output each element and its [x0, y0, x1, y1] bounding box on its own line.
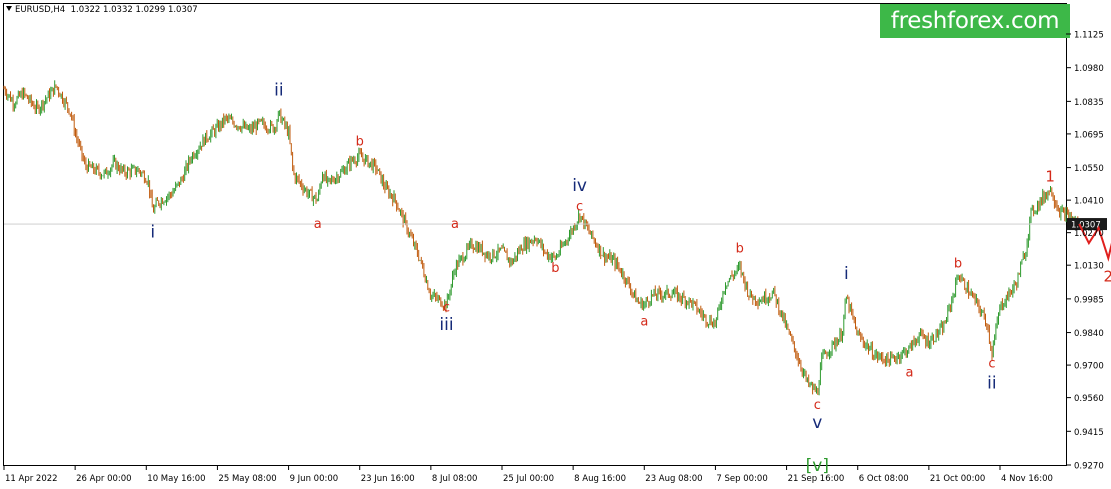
y-tick-label: 1.0835 [1074, 98, 1104, 108]
wave-label: b [356, 135, 364, 150]
x-tick-label: 26 Apr 00:00 [76, 474, 131, 484]
y-tick-label: 1.0270 [1074, 229, 1104, 239]
wave-label: [v] [806, 456, 829, 476]
wave-label: b [551, 261, 559, 276]
x-tick-label: 7 Sep 00:00 [716, 474, 767, 484]
wave-label: c [443, 301, 450, 316]
wave-label: a [451, 217, 459, 232]
y-tick-label: 1.0980 [1074, 64, 1104, 74]
price-chart: EURUSD,H4 1.0322 1.0332 1.0299 1.0307 fr… [0, 0, 1111, 489]
x-tick-label: 8 Jul 08:00 [432, 474, 478, 484]
y-tick-label: 1.0695 [1074, 130, 1104, 140]
x-tick-label: 9 Jun 00:00 [290, 474, 339, 484]
wave-label: i [150, 222, 155, 242]
y-tick-label: 1.0130 [1074, 262, 1104, 272]
wave-label: 1 [1045, 168, 1055, 186]
x-tick-label: 23 Jun 16:00 [361, 474, 415, 484]
wave-label: a [314, 217, 322, 232]
x-tick-label: 6 Oct 08:00 [859, 474, 909, 484]
y-tick-label: 0.9700 [1074, 362, 1104, 372]
chart-svg: 1.03071.11251.09801.08351.06951.05501.04… [3, 31, 1111, 484]
wave-label: ii [274, 81, 283, 101]
wave-label: iii [439, 315, 453, 335]
x-tick-label: 11 Apr 2022 [5, 474, 58, 484]
y-tick-label: 0.9560 [1074, 394, 1104, 404]
x-tick-label: 23 Aug 08:00 [645, 474, 702, 484]
y-tick-label: 0.9985 [1074, 295, 1104, 305]
wave-label: i [844, 264, 849, 284]
wave-label: c [576, 200, 583, 215]
wave-label: v [812, 413, 822, 433]
wave-label: ii [987, 373, 996, 393]
wave-label: a [906, 366, 914, 381]
x-tick-label: 8 Aug 16:00 [574, 474, 626, 484]
x-tick-label: 10 May 16:00 [147, 474, 205, 484]
wave-label: 2 [1104, 267, 1111, 285]
x-tick-label: 25 May 08:00 [218, 474, 276, 484]
y-tick-label: 0.9840 [1074, 329, 1104, 339]
wave-label: b [736, 241, 744, 256]
y-tick-label: 1.1125 [1074, 31, 1104, 41]
wave-label: b [954, 257, 962, 272]
y-tick-label: 0.9270 [1074, 462, 1104, 472]
y-tick-label: 1.0410 [1074, 197, 1104, 207]
x-tick-label: 25 Jul 00:00 [503, 474, 554, 484]
y-tick-label: 0.9415 [1074, 428, 1104, 438]
wave-label: c [814, 398, 821, 413]
wave-label: iv [572, 176, 587, 196]
wave-label: a [640, 315, 648, 330]
x-tick-label: 4 Nov 16:00 [1001, 474, 1053, 484]
y-tick-label: 1.0550 [1074, 164, 1104, 174]
wave-label: c [988, 356, 995, 371]
x-tick-label: 21 Oct 00:00 [930, 474, 985, 484]
